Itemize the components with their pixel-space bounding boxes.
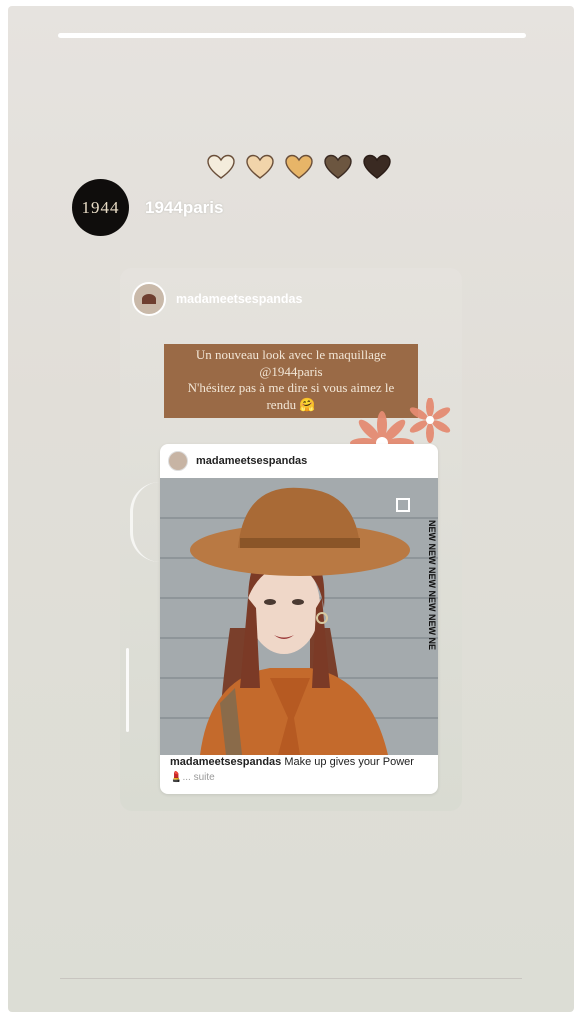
repost-avatar[interactable] bbox=[132, 282, 166, 316]
caption-username[interactable]: madameetsespandas bbox=[170, 756, 281, 768]
story-author[interactable]: 1944 1944paris bbox=[72, 179, 223, 236]
author-username[interactable]: 1944paris bbox=[145, 198, 223, 218]
embedded-post-header[interactable]: madameetsespandas bbox=[160, 444, 438, 478]
heart-icon bbox=[363, 154, 391, 179]
embedded-post-caption: madameetsespandas Make up gives your Pow… bbox=[170, 756, 414, 768]
decorative-arc bbox=[130, 482, 163, 562]
heart-icon bbox=[324, 154, 352, 179]
embedded-post[interactable]: madameetsespandas NEW NEW NEW NEW NEW NE… bbox=[160, 444, 438, 794]
shared-story-card[interactable]: madameetsespandas Un nouveau look avec l… bbox=[120, 268, 462, 811]
reply-bar-divider bbox=[60, 978, 522, 979]
post-photo[interactable]: NEW NEW NEW NEW NEW NE bbox=[160, 478, 438, 755]
decorative-line bbox=[126, 648, 129, 732]
heart-icon bbox=[246, 154, 274, 179]
square-icon bbox=[396, 498, 410, 512]
portrait-image bbox=[160, 478, 438, 755]
caption-more-link[interactable]: 💄... suite bbox=[170, 772, 215, 783]
repost-username[interactable]: madameetsespandas bbox=[176, 292, 302, 306]
caption-text: Make up gives your Power bbox=[281, 756, 414, 768]
heart-icon bbox=[207, 154, 235, 179]
caption-line: N'hésitez pas à me dire si vous aimez le bbox=[187, 380, 395, 395]
embedded-post-avatar[interactable] bbox=[168, 451, 188, 471]
new-sticker: NEW NEW NEW NEW NEW NE bbox=[427, 520, 436, 650]
caption-line: Un nouveau look avec le maquillage bbox=[195, 347, 387, 362]
caption-line: @1944paris bbox=[259, 363, 323, 379]
story-progress-bar bbox=[58, 33, 526, 38]
heart-sticker-row bbox=[206, 153, 392, 181]
heart-icon bbox=[285, 154, 313, 179]
embedded-post-username[interactable]: madameetsespandas bbox=[196, 455, 307, 467]
author-avatar[interactable]: 1944 bbox=[72, 179, 129, 236]
story-view[interactable]: 1944 1944paris madameetsespandas Un nouv… bbox=[8, 6, 574, 1012]
repost-header[interactable]: madameetsespandas bbox=[132, 282, 302, 316]
